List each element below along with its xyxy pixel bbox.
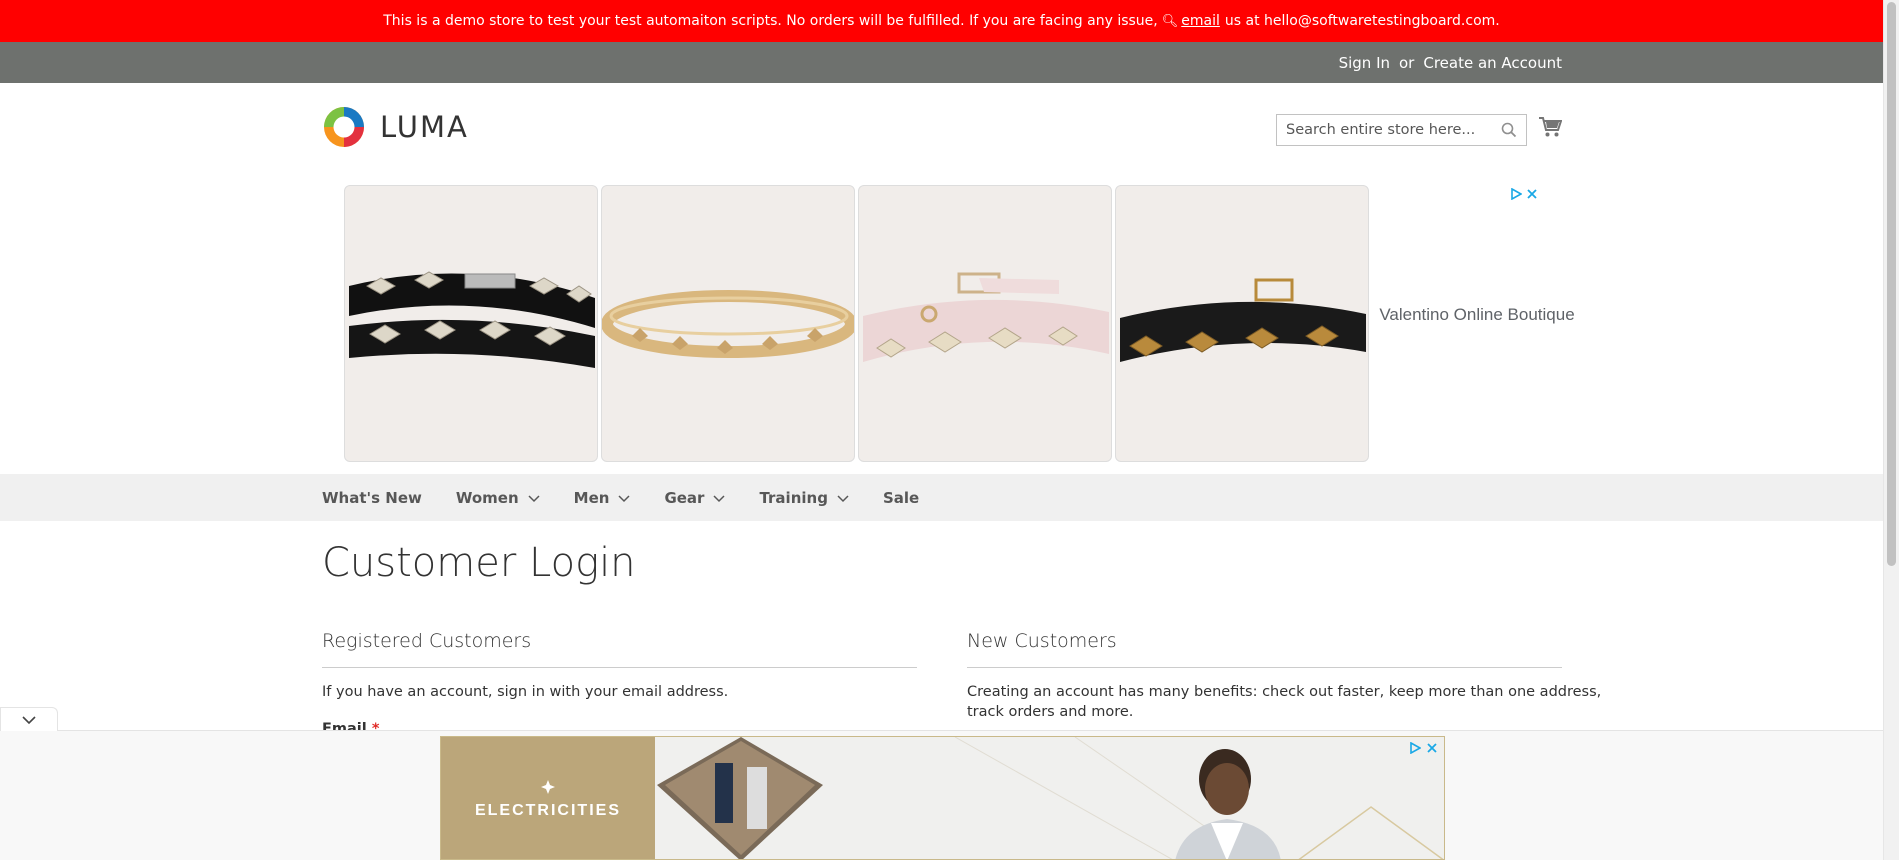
create-account-link[interactable]: Create an Account — [1423, 54, 1562, 72]
ad-choices[interactable] — [1409, 739, 1438, 758]
nav-item-men[interactable]: Men — [574, 489, 631, 507]
logo[interactable]: LUMA — [322, 105, 469, 149]
main-navigation: What's New Women Men Gear Training Sale — [0, 474, 1883, 521]
nav-item-women[interactable]: Women — [456, 489, 540, 507]
nav-item-whats-new[interactable]: What's New — [322, 489, 422, 507]
ad-choices-icon[interactable] — [1510, 185, 1523, 204]
nav-item-label: Women — [455, 488, 519, 507]
divider — [967, 667, 1562, 668]
nav-item-sale[interactable]: Sale — [883, 489, 919, 507]
top-advertisement[interactable]: Valentino Online Boutique — [344, 185, 1575, 463]
ad-brand-logo-icon — [541, 779, 555, 798]
ad-photo-collage — [655, 737, 1444, 859]
nav-item-label: Men — [573, 488, 610, 507]
close-icon[interactable] — [1426, 739, 1438, 758]
registered-customers-title: Registered Customers — [322, 630, 532, 652]
new-customers-text: Creating an account has many benefits: c… — [967, 682, 1601, 722]
header-links: Sign In or Create an Account — [1339, 42, 1562, 83]
pink-bracelet-image — [863, 272, 1109, 362]
page-title: Customer Login — [322, 540, 636, 586]
email-link[interactable]: email — [1181, 13, 1220, 29]
ad-brand-panel: ELECTRICITIES — [441, 737, 655, 859]
scrollbar-thumb[interactable] — [1887, 2, 1896, 566]
ad-product-tile[interactable] — [1115, 185, 1369, 462]
ad-brand-name: ELECTRICITIES — [474, 801, 621, 819]
cart-icon[interactable] — [1538, 116, 1563, 142]
chevron-down-icon — [618, 489, 630, 507]
chevron-down-icon — [837, 489, 849, 507]
search-box — [1276, 114, 1527, 146]
chevron-down-icon — [22, 710, 36, 729]
chevron-down-icon — [528, 489, 540, 507]
ad-choices-icon[interactable] — [1409, 739, 1422, 758]
collapse-ad-button[interactable] — [0, 707, 58, 731]
divider — [322, 667, 917, 668]
new-customers-text-line: track orders and more. — [967, 704, 1134, 720]
page: This is a demo store to test your test a… — [0, 0, 1899, 860]
nav-item-label: Training — [759, 488, 828, 507]
search-icon: 🔍︎ — [1161, 13, 1179, 29]
bottom-advertisement[interactable]: ELECTRICITIES — [440, 736, 1445, 860]
search-icon[interactable] — [1501, 122, 1517, 142]
bracelet-image — [349, 271, 595, 368]
demo-notice-banner: This is a demo store to test your test a… — [0, 0, 1883, 42]
ad-advertiser-name[interactable]: Valentino Online Boutique — [1372, 305, 1582, 324]
logo-text: LUMA — [380, 110, 469, 144]
page-scrollbar[interactable] — [1883, 0, 1899, 860]
demo-notice-text: This is a demo store to test your test a… — [383, 13, 1158, 29]
ad-product-tile[interactable] — [858, 185, 1112, 462]
ad-product-tile[interactable] — [344, 185, 598, 462]
demo-notice-text-end: us at hello@softwaretestingboard.com. — [1224, 13, 1500, 29]
nav-item-training[interactable]: Training — [759, 488, 849, 507]
chevron-down-icon — [713, 489, 725, 507]
nav-item-label: Sale — [882, 488, 920, 507]
new-customers-text-line: Creating an account has many benefits: c… — [967, 684, 1602, 700]
luma-logo-icon — [322, 105, 366, 149]
sign-in-link[interactable]: Sign In — [1339, 54, 1390, 72]
ad-choices[interactable] — [1510, 185, 1538, 204]
nav-item-label: What's New — [322, 488, 422, 507]
black-gold-bracelet-image — [1120, 278, 1366, 362]
ad-product-tile[interactable] — [601, 185, 855, 462]
close-icon[interactable] — [1526, 185, 1538, 204]
nav-item-gear[interactable]: Gear — [664, 489, 725, 507]
new-customers-title: New Customers — [967, 630, 1117, 652]
nav-item-label: Gear — [664, 488, 705, 507]
or-separator: or — [1399, 53, 1415, 72]
header-panel: Sign In or Create an Account — [0, 42, 1883, 83]
nav-list: What's New Women Men Gear Training Sale — [322, 474, 953, 521]
registered-customers-text: If you have an account, sign in with you… — [322, 684, 729, 700]
search-input[interactable] — [1286, 122, 1496, 138]
bangle-image — [602, 290, 854, 358]
